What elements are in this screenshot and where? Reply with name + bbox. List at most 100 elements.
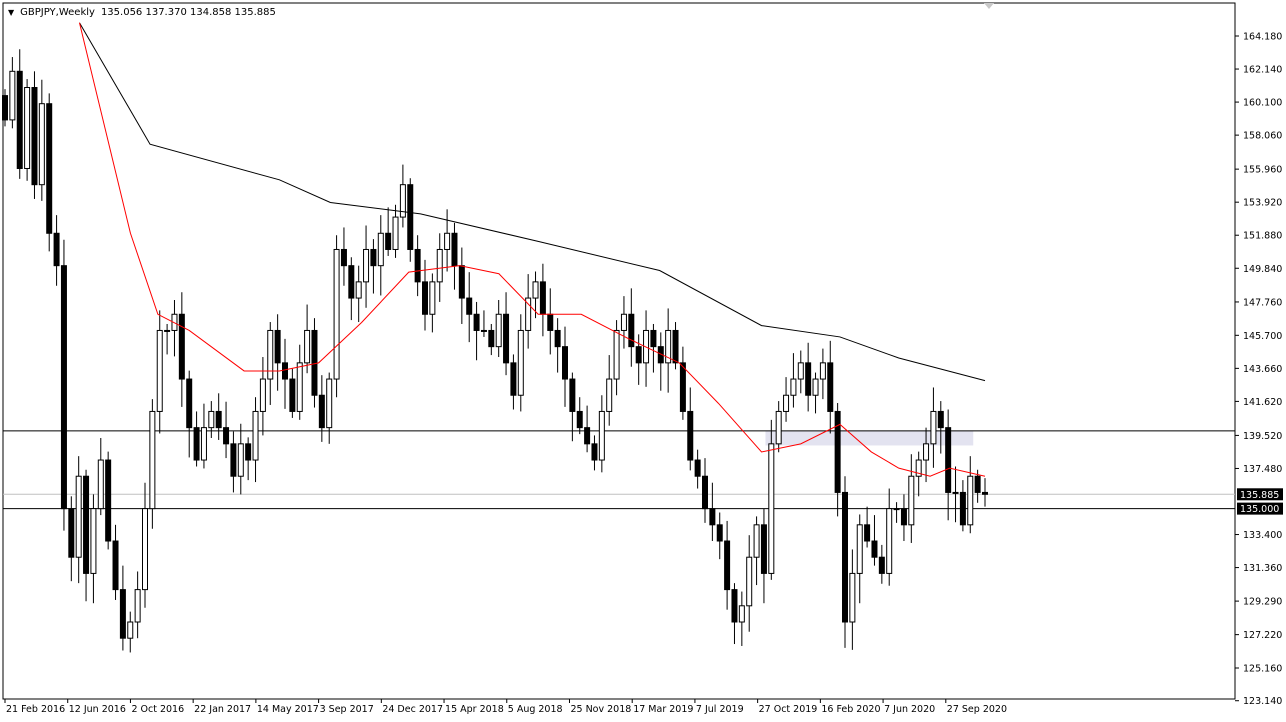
candle — [32, 71, 37, 199]
candle-body — [960, 492, 965, 524]
candle-body — [187, 379, 192, 428]
candle-body — [607, 379, 612, 411]
candle-body — [651, 330, 656, 346]
candle-body — [511, 363, 516, 395]
candle-body — [47, 104, 52, 234]
candle-body — [260, 379, 265, 411]
y-tick-label: 147.760 — [1243, 297, 1282, 308]
x-tick-label: 5 Aug 2018 — [508, 704, 563, 715]
candle-body — [54, 233, 59, 265]
candle-body — [931, 411, 936, 443]
x-tick-label: 27 Sep 2020 — [947, 704, 1007, 715]
candle-body — [938, 411, 943, 427]
candle-body — [143, 509, 148, 590]
candle-body — [437, 249, 442, 281]
candle-body — [268, 330, 273, 379]
candle-body — [91, 509, 96, 574]
x-tick-label: 22 Jan 2017 — [194, 704, 251, 715]
candle-body — [415, 249, 420, 281]
candle-body — [496, 314, 501, 346]
candle-body — [526, 298, 531, 330]
candle — [47, 93, 52, 251]
candle-body — [710, 509, 715, 525]
dropdown-triangle-icon[interactable]: ▼ — [8, 8, 14, 17]
y-tick-label: 160.100 — [1243, 98, 1282, 109]
candle-body — [747, 557, 752, 606]
candle-body — [983, 492, 988, 494]
candle — [334, 235, 339, 397]
candle-body — [909, 476, 914, 525]
candle-body — [703, 476, 708, 508]
candle-body — [843, 492, 848, 622]
candle-body — [341, 249, 346, 265]
candle-body — [98, 460, 103, 509]
candle-body — [739, 606, 744, 622]
candle-body — [334, 249, 339, 379]
candle — [769, 420, 774, 580]
candle-body — [113, 541, 118, 590]
candle-body — [784, 395, 789, 411]
chart-window: 164.180162.140160.100158.060155.960153.9… — [0, 0, 1286, 722]
candle-body — [216, 411, 221, 427]
candle-body — [614, 330, 619, 379]
candle-body — [253, 411, 258, 460]
candle-body — [924, 444, 929, 460]
candle-body — [901, 509, 906, 525]
candle-body — [540, 282, 545, 314]
candle-body — [393, 217, 398, 249]
y-tick-label: 127.220 — [1243, 630, 1282, 641]
candle-body — [120, 590, 125, 639]
candle-body — [349, 266, 354, 298]
x-tick-label: 21 Feb 2016 — [6, 704, 65, 715]
support-zone — [765, 431, 973, 446]
candle-body — [504, 314, 509, 363]
candle-body — [828, 363, 833, 412]
candle-body — [84, 476, 89, 573]
candle-body — [754, 525, 759, 557]
y-tick-label: 131.360 — [1243, 563, 1282, 574]
x-tick-label: 24 Dec 2017 — [382, 704, 443, 715]
price-label: 135.885 — [1240, 490, 1279, 501]
x-tick-label: 3 Sep 2017 — [320, 704, 374, 715]
candle-body — [673, 330, 678, 362]
candle-body — [636, 347, 641, 363]
candle-body — [894, 509, 899, 510]
x-tick-label: 15 Apr 2018 — [445, 704, 504, 715]
candle-body — [194, 428, 199, 460]
x-tick-label: 12 Jun 2016 — [69, 704, 126, 715]
candle-body — [386, 233, 391, 249]
candle-body — [695, 460, 700, 476]
candle-body — [533, 282, 538, 298]
candle-body — [629, 314, 634, 346]
candle-body — [585, 428, 590, 444]
candle-body — [356, 282, 361, 298]
candle-body — [364, 249, 369, 281]
candle-body — [165, 330, 170, 331]
candle-body — [423, 282, 428, 314]
candle-body — [474, 314, 479, 330]
candle-body — [430, 282, 435, 314]
candle-body — [577, 411, 582, 427]
candle-body — [319, 395, 324, 427]
ohlc-values: 135.056 137.370 134.858 135.885 — [101, 7, 276, 18]
candle-body — [975, 476, 980, 492]
candle-body — [481, 330, 486, 331]
candle-body — [887, 509, 892, 574]
candle-body — [776, 411, 781, 443]
candle-body — [209, 411, 214, 427]
candle — [408, 178, 413, 262]
candle-body — [69, 509, 74, 558]
candle-body — [10, 71, 15, 120]
candle-body — [489, 330, 494, 346]
y-tick-label: 129.290 — [1243, 597, 1282, 608]
candle — [843, 476, 848, 648]
y-tick-label: 162.140 — [1243, 65, 1282, 76]
x-tick-label: 25 Nov 2018 — [570, 704, 631, 715]
candle-body — [445, 233, 450, 249]
candle-body — [688, 411, 693, 460]
price-chart[interactable]: 164.180162.140160.100158.060155.960153.9… — [0, 0, 1286, 722]
candle-body — [290, 379, 295, 411]
candle-body — [467, 298, 472, 314]
candle-body — [798, 363, 803, 379]
candle-body — [201, 428, 206, 460]
